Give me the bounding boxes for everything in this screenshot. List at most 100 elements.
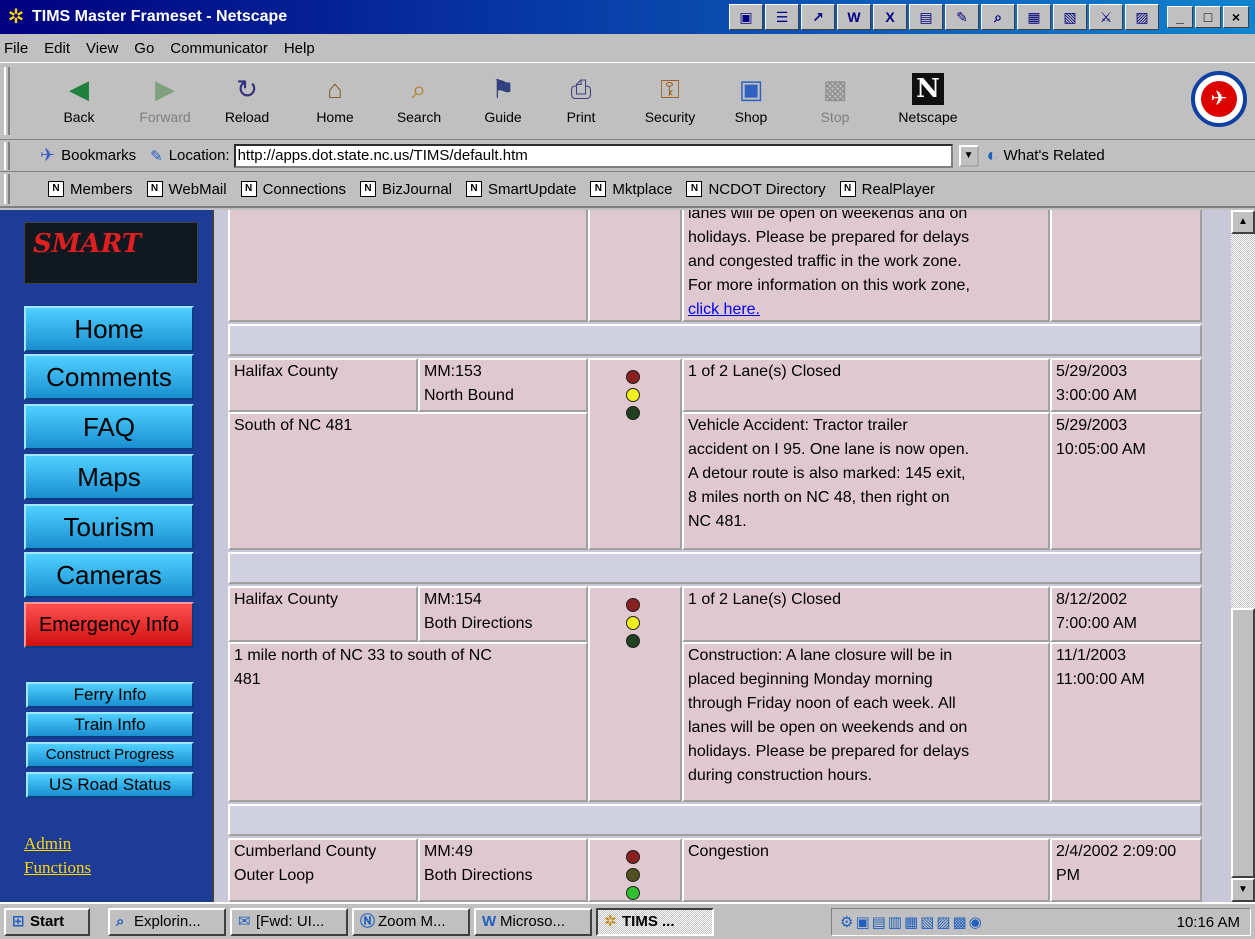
bookmark-smartupdate[interactable]: N SmartUpdate <box>466 181 576 198</box>
home-button[interactable]: ⌂ Home <box>302 73 368 125</box>
menu-edit[interactable]: Edit <box>44 40 70 57</box>
quicklaunch-icon[interactable]: ▦ <box>1017 4 1051 30</box>
start-date-text: 8/12/2002 <box>1056 591 1128 608</box>
severity-cell <box>588 838 682 902</box>
menu-communicator[interactable]: Communicator <box>170 40 268 57</box>
table-cell <box>228 210 588 322</box>
locbar-grip[interactable] <box>4 142 10 170</box>
whats-related-icon[interactable]: ◐ <box>987 145 998 166</box>
bookmark-page-icon: N <box>839 181 856 197</box>
quicklaunch-icon[interactable]: ⌕ <box>981 4 1015 30</box>
forward-button[interactable]: ▶ Forward <box>132 73 198 125</box>
bookmarks-button[interactable]: Bookmarks <box>61 147 136 164</box>
location-icon[interactable]: ✎ <box>150 147 163 165</box>
nav-us-road-status-button[interactable]: US Road Status <box>26 772 194 798</box>
menu-go[interactable]: Go <box>134 40 154 57</box>
maximize-button[interactable]: □ <box>1195 6 1221 28</box>
smartlink-sidebar: SMART Home Comments FAQ Maps Tourism Cam… <box>0 210 212 902</box>
nav-faq-button[interactable]: FAQ <box>24 404 194 450</box>
quicklaunch-icon[interactable]: ↗ <box>801 4 835 30</box>
menu-file[interactable]: File <box>4 40 28 57</box>
bookmark-page-icon: N <box>686 181 703 197</box>
quicklaunch-icon[interactable]: ▧ <box>1053 4 1087 30</box>
clock[interactable]: 10:16 AM <box>1177 914 1240 931</box>
logo-text: SMART <box>33 229 142 259</box>
url-input[interactable] <box>233 143 953 168</box>
bookmark-members[interactable]: N Members <box>48 181 133 198</box>
scroll-thumb[interactable] <box>1231 608 1255 878</box>
nav-train-info-button[interactable]: Train Info <box>26 712 194 738</box>
smartlink-logo[interactable]: SMART <box>24 222 198 284</box>
bookmarks-icon[interactable]: ✈ <box>40 145 55 166</box>
nav-home-button[interactable]: Home <box>24 306 194 352</box>
print-button[interactable]: ⎙ Print <box>548 73 614 125</box>
end-time-cell: 5/29/2003 10:05:00 AM <box>1050 412 1202 550</box>
netscape-throbber-icon: ✈ <box>1201 81 1237 117</box>
bookmark-ncdot-directory[interactable]: N NCDOT Directory <box>686 180 826 198</box>
quicklaunch-icon[interactable]: ⚔ <box>1089 4 1123 30</box>
bookmark-label: Members <box>70 180 133 198</box>
bookmark-label: BizJournal <box>381 180 453 198</box>
bookmark-page-icon: N <box>240 181 257 197</box>
task-zoom[interactable]: Ⓝ Zoom M... <box>352 908 470 936</box>
scroll-up-arrow-icon[interactable]: ▲ <box>1231 210 1255 234</box>
menu-view[interactable]: View <box>86 40 118 57</box>
tray-icons[interactable]: ⚙▣▤▥▦▧▨▩◉ <box>840 913 1177 931</box>
whats-related-button[interactable]: What's Related <box>1003 147 1104 164</box>
nav-construct-progress-button[interactable]: Construct Progress <box>26 742 194 768</box>
nav-ferry-info-button[interactable]: Ferry Info <box>26 682 194 708</box>
excel-icon[interactable]: X <box>873 4 907 30</box>
nav-tourism-button[interactable]: Tourism <box>24 504 194 550</box>
netscape-throbber-logo[interactable]: ✈ <box>1191 71 1247 127</box>
personalbar-grip[interactable] <box>4 174 10 204</box>
quicklaunch-icon[interactable]: ✎ <box>945 4 979 30</box>
minimize-button[interactable]: _ <box>1167 6 1193 28</box>
bookmark-bizjournal[interactable]: N BizJournal <box>359 180 453 198</box>
milemarker-cell: MM:49 Both Directions <box>418 838 588 902</box>
admin-link-line1: Admin <box>24 834 72 853</box>
netscape-button[interactable]: N Netscape <box>888 73 968 125</box>
quicklaunch-icon[interactable]: ☰ <box>765 4 799 30</box>
quicklaunch-icon[interactable]: ▨ <box>1125 4 1159 30</box>
shop-button[interactable]: ▣ Shop <box>718 73 784 125</box>
nav-maps-button[interactable]: Maps <box>24 454 194 500</box>
scroll-down-arrow-icon[interactable]: ▼ <box>1231 878 1255 902</box>
search-button[interactable]: ⌕ Search <box>386 73 452 125</box>
bookmark-mktplace[interactable]: N Mktplace <box>590 181 672 198</box>
start-button[interactable]: ⊞ Start <box>4 908 90 936</box>
location-cell: 1 mile north of NC 33 to south of NC 481 <box>228 642 588 802</box>
bookmark-realplayer[interactable]: N RealPlayer <box>839 181 935 198</box>
admin-functions-link[interactable]: Admin Functions <box>24 832 91 880</box>
back-button[interactable]: ◀ Back <box>46 73 112 125</box>
nav-emergency-info-button[interactable]: Emergency Info <box>24 602 194 648</box>
quicklaunch-icon[interactable]: ▤ <box>909 4 943 30</box>
security-button[interactable]: ⚿ Security <box>630 73 710 125</box>
nav-cameras-button[interactable]: Cameras <box>24 552 194 598</box>
bookmark-connections[interactable]: N Connections <box>240 181 346 198</box>
bookmark-label: NCDOT Directory <box>708 180 826 198</box>
stop-button[interactable]: ▩ Stop <box>802 73 868 125</box>
work-zone-info-link[interactable]: click here. <box>688 298 1044 322</box>
quicklaunch-icon[interactable]: ▣ <box>729 4 763 30</box>
word-icon[interactable]: W <box>837 4 871 30</box>
menu-help[interactable]: Help <box>284 40 315 57</box>
vertical-scrollbar[interactable]: ▲ ▼ <box>1231 210 1255 902</box>
close-button[interactable]: × <box>1223 6 1249 28</box>
personal-toolbar: N Members N WebMail N Connections N BizJourn… <box>0 172 1255 208</box>
task-tims[interactable]: ✲ TIMS ... <box>596 908 714 936</box>
search-icon: ⌕ <box>411 74 427 104</box>
guide-button[interactable]: ⚑ Guide <box>470 73 536 125</box>
bookmark-webmail[interactable]: N WebMail <box>146 181 227 198</box>
end-date-text: 11/1/2003 <box>1056 647 1126 664</box>
nav-comments-button[interactable]: Comments <box>24 354 194 400</box>
start-time-text: 3:00:00 AM <box>1056 387 1137 404</box>
start-time-text: PM <box>1056 867 1080 884</box>
task-fwd-ui[interactable]: ✉ [Fwd: UI... <box>230 908 348 936</box>
url-history-dropdown[interactable]: ▼ <box>958 144 979 167</box>
toolbar-grip[interactable] <box>4 67 10 135</box>
reload-button[interactable]: ↻ Reload <box>214 73 280 125</box>
county-text: Halifax County <box>234 591 339 608</box>
task-microsoft-word[interactable]: W Microso... <box>474 908 592 936</box>
description-cell: Vehicle Accident: Tractor trailer accide… <box>682 412 1050 550</box>
task-explorer[interactable]: ⌕ Explorin... <box>108 908 226 936</box>
